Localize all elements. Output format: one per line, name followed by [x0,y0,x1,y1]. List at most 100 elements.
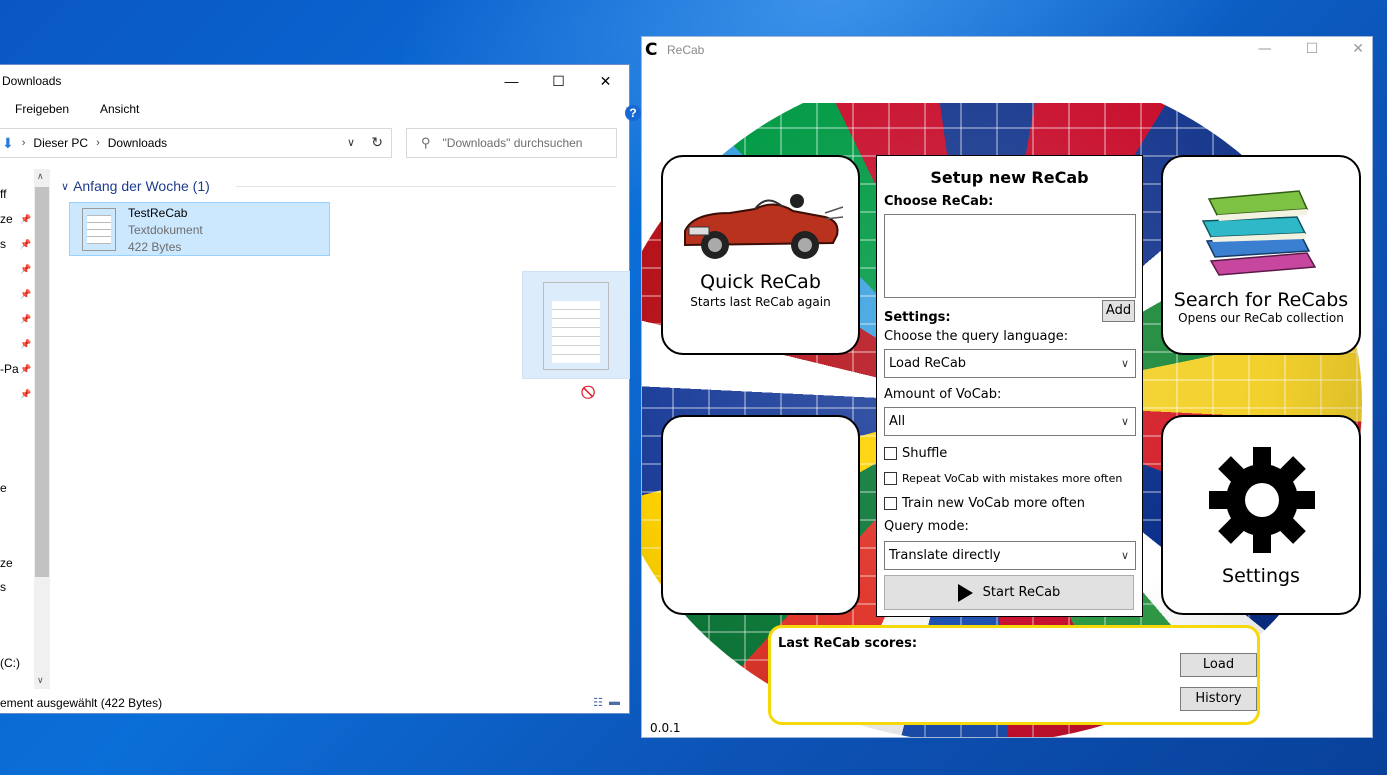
settings-label: Settings: [884,310,951,325]
maximize-button[interactable]: ☐ [535,65,582,97]
settings-title: Settings [1222,565,1300,587]
shuffle-checkbox[interactable]: Shuffle [884,446,947,461]
quick-recab-subtitle: Starts last ReCab again [690,295,831,309]
help-icon[interactable]: ? [625,105,641,121]
nav-item[interactable]: ff [0,187,6,201]
breadcrumb-separator-icon[interactable]: › [22,137,26,149]
minimize-button[interactable]: — [1258,41,1272,57]
refresh-icon[interactable]: ↻ [371,134,383,151]
download-arrow-icon: ⬇ [2,134,14,151]
breadcrumb-separator-icon[interactable]: › [96,137,100,149]
recab-titlebar[interactable]: C ReCab — ☐ ✕ [642,37,1372,63]
checkbox-box[interactable] [884,497,897,510]
status-bar: ement ausgewählt (422 Bytes) ☷ ▬ [0,693,630,713]
pin-icon: 📌 [20,314,32,324]
chevron-down-icon[interactable]: ∨ [61,180,69,193]
navigation-pane: ff ze 📌 s 📌 📌 📌 📌 📌 -Pa 📌 📌 e ze s (C:) [0,165,34,685]
query-language-select[interactable]: Load ReCab ∨ [884,349,1136,378]
nav-item[interactable]: s [0,237,6,251]
scroll-up-icon[interactable]: ∧ [37,171,44,182]
nav-item[interactable]: ze [0,212,13,226]
nav-item[interactable]: ze [0,556,13,570]
train-new-checkbox[interactable]: Train new VoCab more often [884,496,1085,511]
checkbox-box[interactable] [884,472,897,485]
file-item[interactable]: TestReCab Textdokument 422 Bytes [69,202,330,256]
search-icon: ⚲ [421,135,431,150]
nav-item[interactable]: -Pa [0,362,19,376]
search-input[interactable]: ⚲ "Downloads" durchsuchen [406,128,617,158]
ribbon-tab-view[interactable]: Ansicht [100,102,139,116]
recab-title: ReCab [667,43,705,57]
file-name: TestReCab [128,206,188,220]
query-mode-select[interactable]: Translate directly ∨ [884,541,1136,570]
explorer-window: Downloads — ☐ ✕ Freigeben Ansicht ∨ ? ⬇ … [0,64,641,714]
maximize-button[interactable]: ☐ [1306,41,1319,57]
start-recab-button[interactable]: Start ReCab [884,575,1134,610]
nav-item[interactable]: s [0,580,6,594]
explorer-title: Downloads [2,74,62,88]
address-dropdown-icon[interactable]: ∨ [347,136,355,149]
file-type: Textdokument [128,223,203,237]
shuffle-label: Shuffle [902,446,948,461]
setup-title: Setup new ReCab [930,168,1089,187]
large-icons-view-icon[interactable]: ▬ [609,696,620,709]
query-language-label: Choose the query language: [884,329,1069,344]
explorer-titlebar[interactable]: Downloads — ☐ ✕ [0,65,629,97]
play-icon [957,583,973,602]
settings-tile[interactable]: Settings [1161,415,1361,615]
scores-panel: Last ReCab scores: Load History [768,625,1260,725]
pin-icon: 📌 [20,289,32,299]
ribbon-tab-share[interactable]: Freigeben [15,102,69,116]
scrollbar-thumb[interactable] [35,187,49,577]
group-header[interactable]: ∨ Anfang der Woche (1) [61,178,210,194]
amount-select[interactable]: All ∨ [884,407,1136,436]
scroll-down-icon[interactable]: ∨ [37,675,44,686]
query-mode-value: Translate directly [889,548,1001,563]
empty-tile[interactable] [661,415,860,615]
explorer-ribbon: Freigeben Ansicht ∨ ? [0,97,641,121]
amount-value: All [889,414,906,429]
nav-item[interactable]: e [0,481,7,495]
breadcrumb-downloads[interactable]: Downloads [108,136,167,150]
history-button[interactable]: History [1180,687,1257,711]
recab-logo-icon: C [645,40,658,60]
recab-window: C ReCab — ☐ ✕ Quick ReCab Starts last Re… [641,36,1373,738]
pin-icon: 📌 [20,389,32,399]
chevron-down-icon[interactable]: ∨ [1121,408,1129,435]
drag-preview [522,271,630,379]
nav-item[interactable]: (C:) [0,656,20,670]
train-new-label: Train new VoCab more often [902,496,1086,511]
version-label: 0.0.1 [650,721,681,735]
search-recabs-subtitle: Opens our ReCab collection [1178,311,1344,325]
minimize-button[interactable]: — [488,65,535,97]
address-bar[interactable]: ⬇ › Dieser PC › Downloads ∨ ↻ [0,128,392,158]
chevron-down-icon[interactable]: ∨ [1121,350,1129,377]
nav-scrollbar[interactable]: ∧ ∨ [34,169,50,689]
chevron-down-icon[interactable]: ∨ [1121,542,1129,569]
add-button[interactable]: Add [1102,300,1135,322]
car-icon [684,194,844,259]
close-button[interactable]: ✕ [582,65,629,97]
load-button[interactable]: Load [1180,653,1257,677]
query-language-value: Load ReCab [889,356,967,371]
group-header-label: Anfang der Woche (1) [73,178,210,194]
pin-icon: 📌 [20,364,32,374]
search-recabs-tile[interactable]: Search for ReCabs Opens our ReCab collec… [1161,155,1361,355]
gear-icon [1209,447,1315,553]
choose-recab-label: Choose ReCab: [884,194,994,209]
setup-panel: Setup new ReCab Choose ReCab: Add Settin… [876,155,1143,617]
quick-recab-tile[interactable]: Quick ReCab Starts last ReCab again [661,155,860,355]
start-recab-label: Start ReCab [982,585,1061,600]
quick-recab-title: Quick ReCab [700,271,821,293]
pin-icon: 📌 [20,239,32,249]
details-view-icon[interactable]: ☷ [593,696,603,709]
repeat-mistakes-checkbox[interactable]: Repeat VoCab with mistakes more often [884,472,1122,485]
status-text: ement ausgewählt (422 Bytes) [0,696,163,710]
pin-icon: 📌 [20,339,32,349]
recab-listbox[interactable] [884,214,1136,298]
checkbox-box[interactable] [884,447,897,460]
breadcrumb-this-pc[interactable]: Dieser PC [33,136,88,150]
close-button[interactable]: ✕ [1352,41,1364,57]
books-icon [1201,190,1317,276]
search-recabs-title: Search for ReCabs [1173,289,1349,311]
